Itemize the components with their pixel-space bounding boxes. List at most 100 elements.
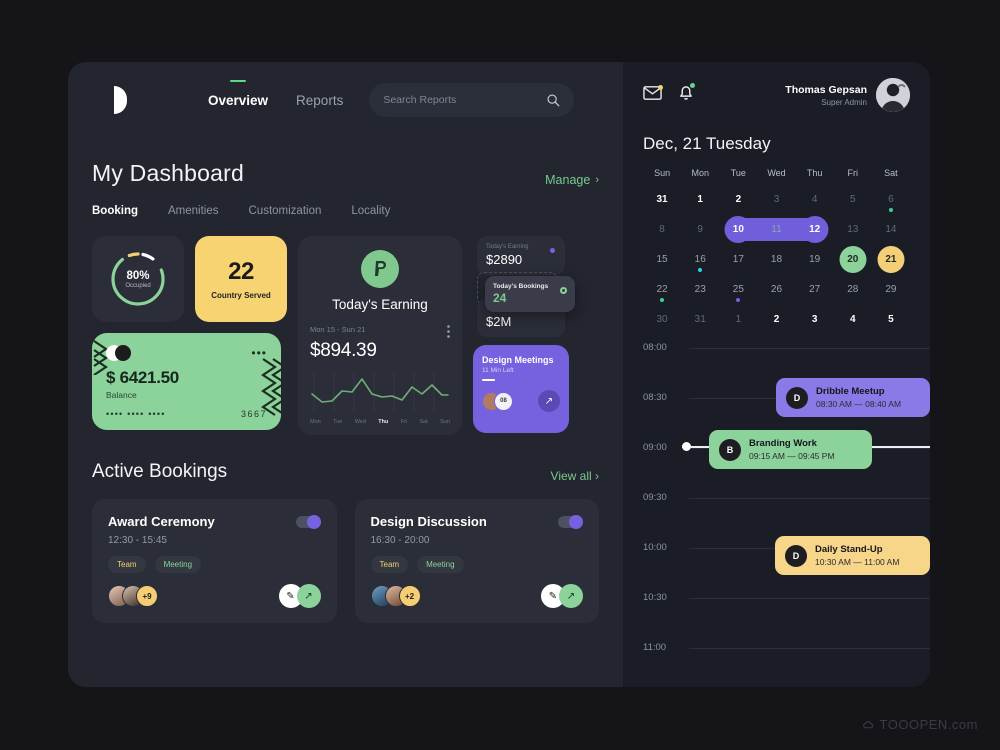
design-meetings-card[interactable]: Design Meetings 11 Min Left 08 ↗ <box>473 345 569 433</box>
nav-link-reports[interactable]: Reports <box>296 89 343 112</box>
calendar-day-31[interactable]: 31 <box>681 305 719 334</box>
calendar-day-31[interactable]: 31 <box>643 185 681 214</box>
mail-icon[interactable] <box>643 84 663 105</box>
calendar-day-20[interactable]: 20 <box>834 245 872 274</box>
calendar-day-4[interactable]: 4 <box>796 185 834 214</box>
tab-customization[interactable]: Customization <box>249 205 322 217</box>
calendar-day-17[interactable]: 17 <box>719 245 757 274</box>
calendar-day-23[interactable]: 23 <box>681 275 719 304</box>
calendar-day-26[interactable]: 26 <box>757 275 795 304</box>
calendar-day-9[interactable]: 9 <box>681 215 719 244</box>
tab-amenities[interactable]: Amenities <box>168 205 219 217</box>
search-bar[interactable] <box>369 83 575 117</box>
nav-links: Overview Reports <box>208 89 343 112</box>
calendar-day-10[interactable]: 10 <box>719 215 758 244</box>
schedule-event[interactable]: B Branding Work 09:15 AM — 09:45 PM <box>709 430 872 469</box>
booking-time: 12:30 - 15:45 <box>108 535 167 546</box>
calendar-day-number: 6 <box>888 194 894 205</box>
balance-card[interactable]: ••• $ 6421.50 Balance •••• •••• •••• 366… <box>92 333 281 430</box>
paypal-icon <box>361 250 399 288</box>
calendar-day-18[interactable]: 18 <box>757 245 795 274</box>
todays-bookings-tooltip[interactable]: Today's Bookings 24 <box>485 276 575 312</box>
calendar-day-number: 1 <box>697 194 703 205</box>
booking-avatars[interactable]: +9 <box>108 585 158 607</box>
page-title: My Dashboard <box>92 160 244 186</box>
calendar-day-5[interactable]: 5 <box>834 185 872 214</box>
calendar-day-dot <box>888 208 893 212</box>
todays-earning-card[interactable]: Today's Earning Mon 15 - Sun 21 $894.39 <box>298 236 462 435</box>
calendar-day-1[interactable]: 1 <box>681 185 719 214</box>
weekday-label: Fri <box>847 168 859 178</box>
booking-open-button[interactable]: ↗ <box>559 584 583 608</box>
manage-link[interactable]: Manage › <box>545 173 599 187</box>
view-all-link[interactable]: View all › <box>551 469 599 483</box>
calendar-day-4[interactable]: 4 <box>834 305 872 334</box>
country-served-card[interactable]: 22 Country Served <box>195 236 287 322</box>
calendar-day-14[interactable]: 14 <box>872 215 910 244</box>
calendar-day-6[interactable]: 6 <box>872 185 910 214</box>
calendar-day-25[interactable]: 25 <box>719 275 757 304</box>
meeting-avatars[interactable]: 08 <box>482 391 513 411</box>
calendar-day-30[interactable]: 30 <box>643 305 681 334</box>
time-label: 10:00 <box>643 542 667 553</box>
occupancy-percent: 80% <box>126 269 150 282</box>
user-profile[interactable]: Thomas Gepsan Super Admin <box>785 78 910 112</box>
earning-day-labels: Mon Tue Wed Thu Fri Sat Sun <box>310 419 450 425</box>
current-time-dot <box>682 442 691 451</box>
logo-icon[interactable] <box>108 83 142 117</box>
tab-booking[interactable]: Booking <box>92 205 138 217</box>
calendar-day-12[interactable]: 12 <box>795 215 834 244</box>
meeting-open-button[interactable]: ↗ <box>538 390 560 412</box>
booking-open-button[interactable]: ↗ <box>296 584 321 608</box>
calendar-day-29[interactable]: 29 <box>872 275 910 304</box>
avatar[interactable] <box>876 78 910 112</box>
mini-card-earning[interactable]: Today's Earning $2890 <box>477 236 565 275</box>
calendar-day-8[interactable]: 8 <box>643 215 681 244</box>
user-role: Super Admin <box>821 97 867 107</box>
schedule-event[interactable]: D Dribble Meetup 08:30 AM — 08:40 AM <box>776 378 930 417</box>
calendar-day-number: 22 <box>656 284 668 295</box>
day-label: Mon <box>310 419 321 425</box>
booking-card[interactable]: Award Ceremony 12:30 - 15:45 Team Meetin… <box>92 499 337 623</box>
calendar-week-row: 31 1 2 3 4 5 6 <box>643 185 910 214</box>
calendar-day-number: 8 <box>659 224 665 235</box>
calendar-day-13[interactable]: 13 <box>834 215 872 244</box>
search-input[interactable] <box>383 94 547 106</box>
booking-toggle[interactable] <box>295 514 321 529</box>
time-slot: 10:30 <box>643 592 930 648</box>
nav-link-overview[interactable]: Overview <box>208 89 268 112</box>
calendar-day-2[interactable]: 2 <box>719 185 757 214</box>
time-label: 09:00 <box>643 442 667 453</box>
calendar-day-number: 25 <box>732 284 744 295</box>
search-icon[interactable] <box>546 93 560 107</box>
booking-tag-team: Team <box>370 556 409 573</box>
calendar-day-5[interactable]: 5 <box>872 305 910 334</box>
calendar-day-28[interactable]: 28 <box>834 275 872 304</box>
schedule-event[interactable]: D Daily Stand-Up 10:30 AM — 11:00 AM <box>775 536 930 575</box>
calendar-weekday-header: Sun Mon Tue Wed Thu Fri Sat <box>643 168 910 185</box>
tab-locality[interactable]: Locality <box>351 205 390 217</box>
calendar-day-2[interactable]: 2 <box>757 305 795 334</box>
calendar-day-3[interactable]: 3 <box>796 305 834 334</box>
calendar-day-number: 30 <box>656 314 668 325</box>
calendar-day-15[interactable]: 15 <box>643 245 681 274</box>
calendar-day-16[interactable]: 16 <box>681 245 719 274</box>
calendar-day-number: 3 <box>811 314 818 325</box>
calendar-day-1[interactable]: 1 <box>719 305 757 334</box>
panel-header: Thomas Gepsan Super Admin <box>643 78 910 112</box>
calendar-day-19[interactable]: 19 <box>796 245 834 274</box>
booking-card[interactable]: Design Discussion 16:30 - 20:00 Team Mee… <box>354 499 599 623</box>
occupancy-card[interactable]: 80% Occupied <box>92 236 184 322</box>
event-time: 10:30 AM — 11:00 AM <box>815 557 900 567</box>
calendar-day-22[interactable]: 22 <box>643 275 681 304</box>
booking-avatars[interactable]: +2 <box>370 585 421 607</box>
booking-time: 16:30 - 20:00 <box>370 535 430 546</box>
bell-icon[interactable] <box>678 83 695 106</box>
calendar-day-11[interactable]: 11 <box>757 215 796 244</box>
calendar-day-21[interactable]: 21 <box>872 245 910 274</box>
earning-menu-icon[interactable] <box>447 325 450 338</box>
calendar-day-27[interactable]: 27 <box>796 275 834 304</box>
booking-toggle[interactable] <box>558 514 583 529</box>
card-masked-number: •••• •••• •••• <box>106 409 166 419</box>
calendar-day-3[interactable]: 3 <box>757 185 795 214</box>
